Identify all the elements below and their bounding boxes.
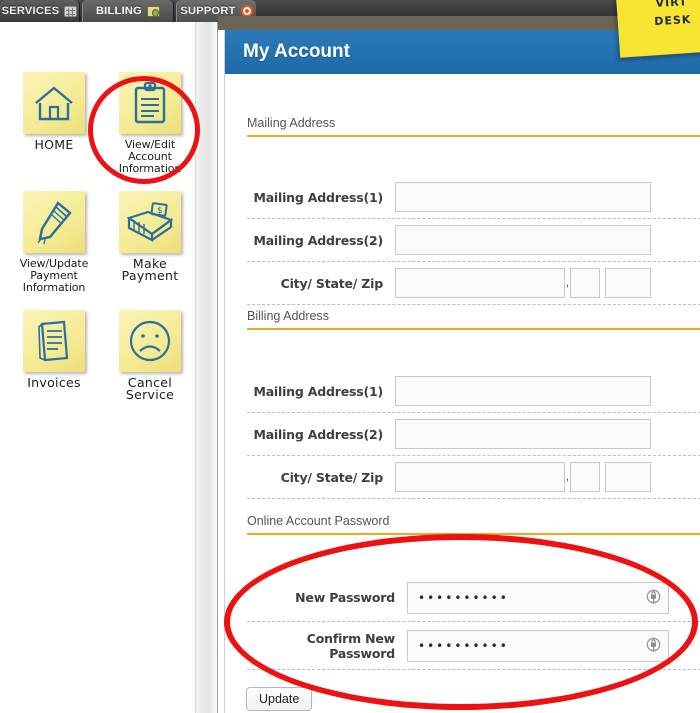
field-label-billing-1: Mailing Address(1) (253, 383, 383, 399)
field-row-mailing-csz: City/ State/ Zip , (247, 262, 700, 305)
field-label-mailing-1: Mailing Address(1) (253, 189, 383, 205)
billing-zip-input[interactable] (605, 462, 651, 492)
sad-face-icon (119, 310, 181, 372)
panel-body: Mailing Address Mailing Address(1) Maili… (225, 74, 700, 713)
sidebar-item-home[interactable]: HOME (8, 72, 100, 175)
field-row-billing-2: Mailing Address(2) (247, 413, 700, 456)
sidebar-item-home-label: HOME (34, 137, 74, 152)
sidebar-item-cancel-service-label: Cancel Service (125, 375, 175, 402)
sidebar-item-invoices-label: Invoices (27, 375, 81, 390)
clipboard-icon (119, 72, 181, 134)
sticky-note: VIRT DESK (615, 0, 700, 58)
field-label-billing-csz: City/ State/ Zip (280, 469, 384, 485)
update-button[interactable]: Update (246, 687, 313, 711)
money-icon (147, 5, 161, 17)
mailing-city-input[interactable] (395, 268, 565, 298)
field-row-billing-1: Mailing Address(1) (247, 370, 700, 413)
field-row-billing-csz: City/ State/ Zip , (247, 456, 700, 499)
key-lock-icon[interactable] (645, 637, 662, 654)
tab-services[interactable]: SERVICES (0, 0, 80, 22)
sidebar-icon-grid: HOME View/Edit Account Information View/… (0, 72, 196, 417)
confirm-password-value: •••••••••• (418, 638, 509, 653)
new-password-wrapper: •••••••••• (407, 581, 669, 614)
field-label-confirm-password: Confirm New Password (306, 630, 395, 661)
billing-address-1-input[interactable] (395, 376, 651, 406)
sticky-note-line-1: VIRT (655, 0, 688, 10)
page-gutter (196, 22, 218, 713)
field-row-new-password: New Password •••••••••• (247, 574, 700, 622)
sidebar-item-cancel-service[interactable]: Cancel Service (104, 310, 196, 401)
field-row-mailing-2: Mailing Address(2) (247, 219, 700, 262)
sidebar: HOME View/Edit Account Information View/… (0, 22, 196, 713)
confirm-password-wrapper: •••••••••• (407, 629, 669, 662)
sidebar-item-view-edit-account[interactable]: View/Edit Account Information (104, 72, 196, 175)
wallet-money-icon: $ (119, 191, 181, 253)
grid-icon (64, 5, 78, 17)
house-icon (23, 72, 85, 134)
confirm-password-input[interactable]: •••••••••• (407, 629, 669, 662)
section-heading-mailing-address: Mailing Address (247, 116, 700, 137)
main-panel: My Account Mailing Address Mailing Addre… (224, 30, 700, 713)
tab-billing[interactable]: BILLING (82, 0, 174, 22)
svg-text:$: $ (157, 206, 163, 216)
tab-services-label: SERVICES (1, 5, 60, 17)
mailing-address-2-input[interactable] (395, 225, 651, 255)
field-label-new-password: New Password (295, 590, 395, 605)
new-password-value: •••••••••• (418, 590, 509, 605)
field-label-mailing-2: Mailing Address(2) (253, 232, 383, 248)
billing-address-2-input[interactable] (395, 419, 651, 449)
new-password-input[interactable]: •••••••••• (407, 581, 669, 614)
sidebar-item-view-edit-account-label: View/Edit Account Information (118, 138, 182, 175)
sidebar-item-view-update-payment-label: View/Update Payment Information (19, 257, 89, 294)
billing-state-input[interactable] (570, 462, 600, 492)
field-row-mailing-1: Mailing Address(1) (247, 176, 700, 219)
sidebar-item-invoices[interactable]: Invoices (8, 310, 100, 401)
billing-city-input[interactable] (395, 462, 565, 492)
sidebar-item-view-update-payment[interactable]: View/Update Payment Information (8, 191, 100, 294)
mailing-address-1-input[interactable] (395, 182, 651, 212)
key-lock-icon[interactable] (645, 589, 662, 606)
document-icon (23, 310, 85, 372)
tab-billing-label: BILLING (95, 5, 143, 17)
sidebar-item-make-payment-label: Make Payment (121, 256, 179, 283)
section-heading-online-account-password: Online Account Password (247, 514, 700, 535)
pencil-icon (23, 191, 85, 253)
section-heading-billing-address: Billing Address (247, 309, 700, 330)
mailing-zip-input[interactable] (605, 268, 651, 298)
sidebar-item-make-payment[interactable]: $ Make Payment (104, 191, 196, 294)
field-label-mailing-csz: City/ State/ Zip (280, 275, 384, 291)
mailing-state-input[interactable] (570, 268, 600, 298)
field-row-confirm-password: Confirm New Password •••••••••• (247, 622, 700, 670)
sticky-note-line-2: DESK (653, 13, 692, 28)
app-window: SERVICES BILLING SUPPORT HOME View/Edit … (0, 0, 700, 713)
field-label-billing-2: Mailing Address(2) (253, 426, 383, 442)
page-title: My Account (243, 41, 350, 62)
